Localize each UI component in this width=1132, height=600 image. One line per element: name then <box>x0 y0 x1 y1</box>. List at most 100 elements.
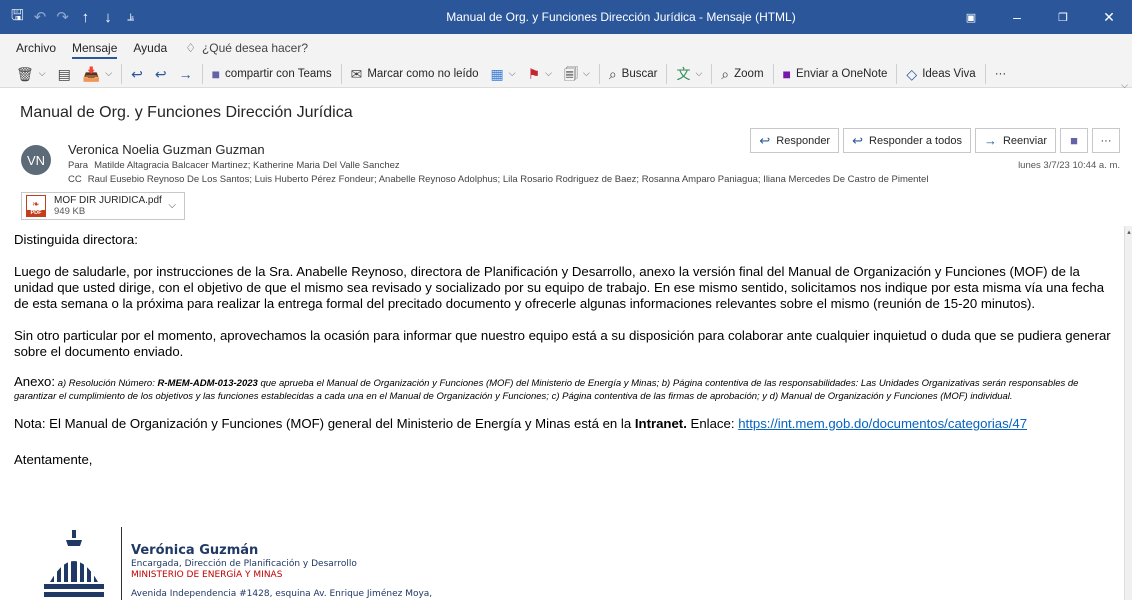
signature-address: Avenida Independencia #1428, esquina Av.… <box>131 589 433 599</box>
paragraph-2: Sin otro particular por el momento, apro… <box>14 328 1111 359</box>
reply-all-header-button[interactable]: ↩ Responder a todos <box>843 128 971 153</box>
toolbar-separator <box>666 63 668 84</box>
tell-me-box[interactable]: ♢ ¿Qué desea hacer? <box>179 41 308 60</box>
forward-icon: → <box>178 65 193 82</box>
next-item-icon[interactable]: ↓ <box>99 6 118 28</box>
zoom-icon: ⌕ <box>721 65 730 82</box>
zoom-button[interactable]: ⌕ Zoom <box>715 62 769 86</box>
viva-button[interactable]: ◇ Ideas Viva <box>900 62 981 86</box>
previous-item-icon[interactable]: ↑ <box>76 6 95 28</box>
more-commands-button[interactable]: ··· <box>989 62 1013 86</box>
reply-header-button[interactable]: ↩ Responder <box>750 128 840 153</box>
toolbar-separator <box>984 63 986 84</box>
chevron-down-icon: ⌵ <box>508 68 516 78</box>
nota-text: Nota: El Manual de Organización y Funcio… <box>14 416 635 431</box>
vertical-scrollbar[interactable]: ▴ <box>1124 226 1132 600</box>
search-button[interactable]: ⌕ Buscar <box>603 62 664 86</box>
signature-role: Encargada, Dirección de Planificación y … <box>131 559 357 569</box>
chevron-down-icon: ⌵ <box>695 68 703 78</box>
delete-button[interactable]: 🗑 ⌵ <box>10 62 52 86</box>
tell-me-label: ¿Qué desea hacer? <box>201 41 309 55</box>
forward-icon: → <box>983 133 997 148</box>
closing: Atentamente, <box>14 452 93 467</box>
anexo-a: a) Resolución Número: <box>55 378 158 389</box>
chevron-down-icon: ⌵ <box>582 68 590 78</box>
archive-button[interactable]: ▤ <box>52 62 77 86</box>
archive-icon: ▤ <box>57 65 71 82</box>
ribbon-display-icon[interactable]: ▣ <box>948 0 994 34</box>
move-button[interactable]: 📥 ⌵ <box>77 62 118 86</box>
signature-name: Verónica Guzmán <box>131 543 259 558</box>
translate-icon: 文 <box>676 65 691 82</box>
tab-mensaje[interactable]: Mensaje <box>68 41 129 60</box>
reply-all-icon: ↩ <box>852 132 864 148</box>
avatar[interactable]: VN <box>21 145 51 175</box>
share-teams-button[interactable]: ■ compartir con Teams <box>206 62 338 86</box>
quick-access-toolbar: 🖫 ↶ ↷ ↑ ↓ ⫡ <box>0 0 140 34</box>
intranet-link[interactable]: https://int.mem.gob.do/documentos/catego… <box>738 416 1027 431</box>
reply-all-button[interactable]: ↩︎ <box>149 62 173 86</box>
collapse-ribbon-icon[interactable]: ⌵ <box>1121 80 1128 91</box>
to-recipients[interactable]: Matilde Altagracia Balcacer Martinez; Ka… <box>94 160 400 171</box>
window-controls: ▣ – ❐ ✕ <box>948 0 1132 34</box>
flag-icon: ⚑ <box>527 65 541 82</box>
onenote-button[interactable]: ■ Enviar a OneNote <box>777 62 894 86</box>
trash-icon: 🗑 <box>16 65 34 82</box>
tab-ayuda[interactable]: Ayuda <box>129 41 179 60</box>
forward-button[interactable]: → <box>173 62 199 86</box>
search-label: Buscar <box>621 67 658 80</box>
to-line: Para Matilde Altagracia Balcacer Martinez… <box>68 160 400 171</box>
teams-header-button[interactable]: ■ <box>1060 128 1088 153</box>
viva-icon: ◇ <box>906 65 918 82</box>
attachment-name: MOF DIR JURIDICA.pdf <box>54 195 162 206</box>
customize-qat-icon[interactable]: ⫡ <box>121 6 140 28</box>
onenote-label: Enviar a OneNote <box>796 67 888 80</box>
cc-recipients[interactable]: Raul Eusebio Reynoso De Los Santos; Luis… <box>88 174 929 185</box>
scroll-up-icon[interactable]: ▴ <box>1125 228 1132 236</box>
forward-header-button[interactable]: → Reenviar <box>974 128 1056 153</box>
nota-enlace: Enlace: <box>686 416 739 431</box>
categorize-icon: ▦ <box>490 65 504 82</box>
attachment-info: MOF DIR JURIDICA.pdf 949 KB <box>54 195 162 217</box>
restore-icon[interactable]: ❐ <box>1040 0 1086 34</box>
toolbar-separator <box>340 63 342 84</box>
tab-archivo[interactable]: Archivo <box>12 41 68 60</box>
reply-icon: ↩ <box>759 132 771 148</box>
greeting: Distinguida directora: <box>14 232 138 247</box>
signature-org: MINISTERIO DE ENERGÍA Y MINAS <box>131 570 283 580</box>
sender-name[interactable]: Veronica Noelia Guzman Guzman <box>68 142 265 157</box>
ribbon-toolbar: 🗑 ⌵ ▤ 📥 ⌵ ↩ ↩︎ → ■ compartir con Teams ✉ Mar… <box>0 60 1132 88</box>
minimize-icon[interactable]: – <box>994 0 1040 34</box>
message-actions: ↩ Responder ↩ Responder a todos → Reenviar … <box>750 128 1120 153</box>
nota-intranet: Intranet. <box>634 416 687 431</box>
close-icon[interactable]: ✕ <box>1086 0 1132 34</box>
title-bar: 🖫 ↶ ↷ ↑ ↓ ⫡ Manual de Org. y Funciones D… <box>0 0 1132 34</box>
chevron-down-icon[interactable]: ⌵ <box>168 200 176 211</box>
rules-button[interactable]: 🗐 ⌵ <box>558 62 596 86</box>
viva-label: Ideas Viva <box>922 67 976 80</box>
follow-up-button[interactable]: ⚑ ⌵ <box>522 62 558 86</box>
categorize-button[interactable]: ▦ ⌵ <box>485 62 522 86</box>
mark-unread-button[interactable]: ✉ Marcar como no leído <box>345 62 485 86</box>
attachment-size: 949 KB <box>54 206 86 217</box>
anexo-paragraph: Anexo: a) Resolución Número: R-MEM-ADM-0… <box>14 375 1120 402</box>
signature-divider <box>121 527 122 600</box>
attachment-card[interactable]: ❧ PDF MOF DIR JURIDICA.pdf 949 KB ⌵ <box>21 192 185 220</box>
undo-icon[interactable]: ↶ <box>31 6 50 28</box>
rules-icon: 🗐 <box>563 65 578 82</box>
envelope-icon: ✉ <box>350 65 363 82</box>
forward-label: Reenviar <box>1002 134 1047 147</box>
more-actions-button[interactable]: ··· <box>1092 128 1120 153</box>
chevron-down-icon: ⌵ <box>105 68 113 78</box>
redo-icon[interactable]: ↷ <box>53 6 72 28</box>
cc-label: CC <box>68 174 82 185</box>
reply-label: Responder <box>776 134 831 147</box>
translate-button[interactable]: 文 ⌵ <box>670 62 708 86</box>
pdf-icon: ❧ PDF <box>26 195 46 217</box>
toolbar-separator <box>711 63 713 84</box>
ministry-logo <box>44 530 104 597</box>
save-icon[interactable]: 🖫 <box>8 6 27 28</box>
cc-line: CC Raul Eusebio Reynoso De Los Santos; Lu… <box>68 174 928 185</box>
move-icon: 📥 <box>82 65 101 82</box>
reply-button[interactable]: ↩ <box>125 62 149 86</box>
